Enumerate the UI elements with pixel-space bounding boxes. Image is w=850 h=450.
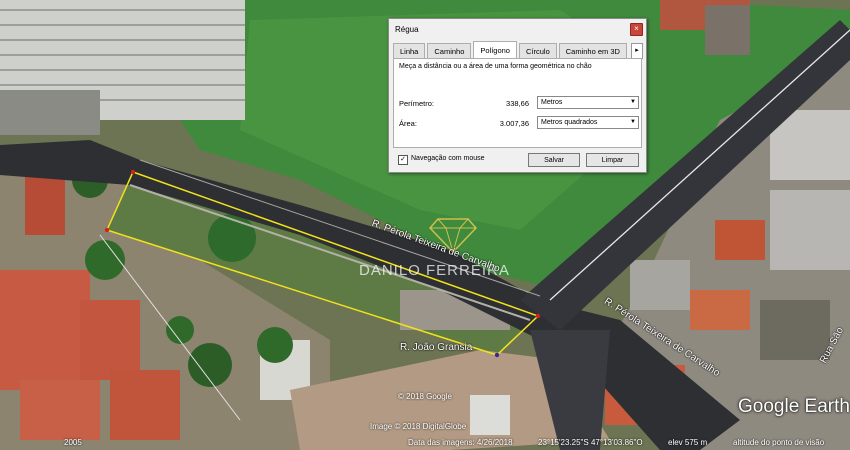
status-bar: 2005 Data das imagens: 4/26/2018 23°15'2… [0,436,850,450]
eye-altitude-readout: altitude do ponto de visão [733,438,825,447]
tab-caminho-3d[interactable]: Caminho em 3D [558,43,627,58]
area-value: 3.007,36 [499,119,529,128]
tab-caminho[interactable]: Caminho [427,43,472,58]
area-label: Área: [399,119,417,128]
ruler-dialog: Régua × Linha Caminho Polígono Círculo C… [388,18,647,173]
clear-button[interactable]: Limpar [586,153,639,167]
dialog-title: Régua [395,25,419,34]
area-unit: Metros quadrados [541,119,598,126]
google-earth-logo: Google Earth [738,396,850,417]
mouse-navigation-checkbox[interactable]: ✓ [398,155,408,165]
mouse-navigation-label: Navegação com mouse [411,155,485,162]
copyright-google: © 2018 Google [398,392,452,401]
close-icon[interactable]: × [630,23,643,36]
tab-scroll-right-icon[interactable]: ▸ [631,43,643,59]
year-label: 2005 [64,438,82,447]
perimeter-value: 338,66 [506,99,529,108]
area-unit-select[interactable]: Metros quadrados ▼ [537,116,639,129]
elevation-readout: elev 575 m [668,438,708,447]
tab-circulo[interactable]: Círculo [518,43,557,58]
perimeter-unit: Metros [541,99,563,106]
imagery-date: Data das imagens: 4/26/2018 [408,438,513,447]
dialog-footer: ✓ Navegação com mouse Salvar Limpar [393,151,642,169]
save-button[interactable]: Salvar [528,153,580,167]
polygon-panel: Meça a distância ou a área de uma forma … [393,58,642,148]
perimeter-unit-select[interactable]: Metros ▼ [537,96,639,109]
perimeter-label: Perímetro: [399,99,435,108]
tab-linha[interactable]: Linha [393,43,426,58]
tab-poligono[interactable]: Polígono [473,41,517,58]
coordinates-readout: 23°15'23.25"S 47°13'03.86"O [538,438,643,447]
panel-description: Meça a distância ou a área de uma forma … [399,63,592,70]
tab-bar: Linha Caminho Polígono Círculo Caminho e… [393,41,629,58]
copyright-digitalglobe: Image © 2018 DigitalGlobe [370,422,467,431]
street-label: R. João Gransia [400,342,473,353]
chevron-down-icon: ▼ [630,99,636,105]
chevron-down-icon: ▼ [630,119,636,125]
